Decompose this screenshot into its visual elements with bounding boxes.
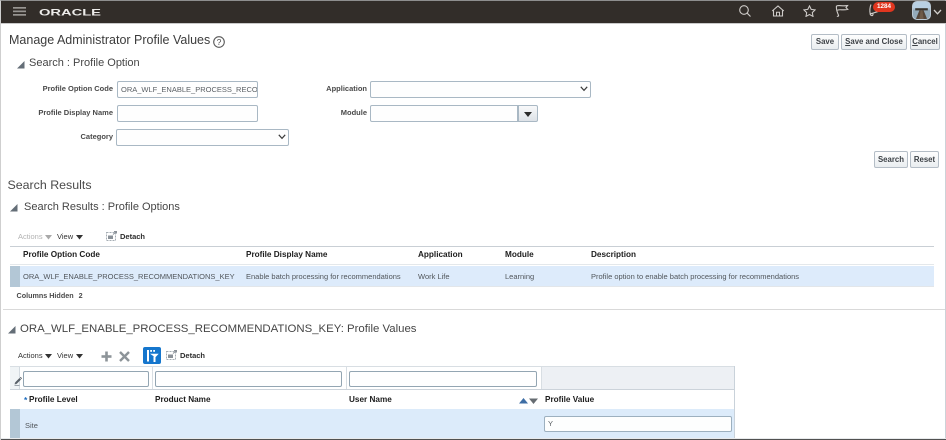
svg-text:?: ? — [217, 37, 222, 47]
svg-text:ORACLE: ORACLE — [39, 8, 101, 19]
